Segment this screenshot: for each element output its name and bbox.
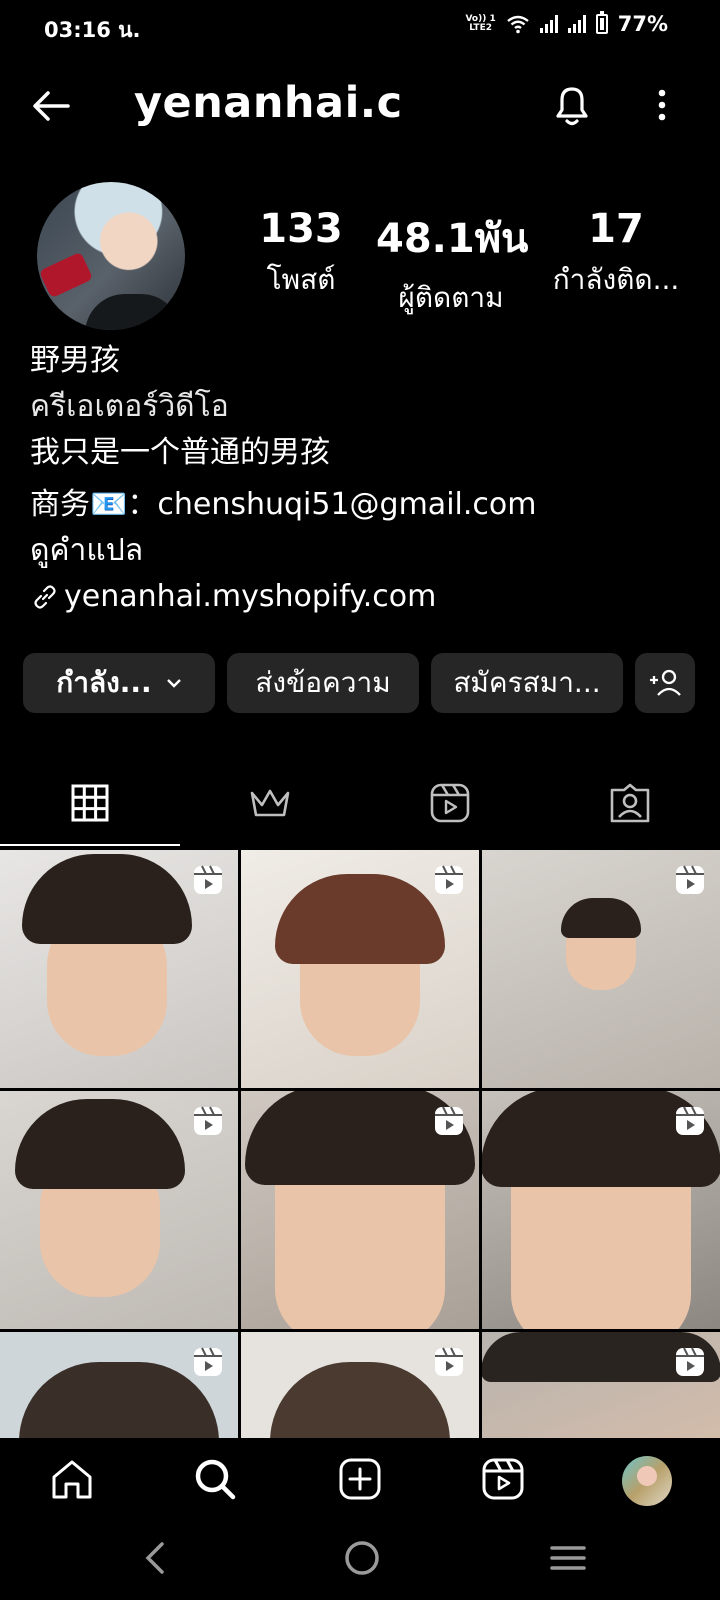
- grid-post-4[interactable]: [0, 1091, 238, 1329]
- stat-following[interactable]: 17 กำลังติด...: [536, 206, 696, 302]
- crown-icon: [250, 789, 290, 817]
- volte-icon: Vo)) 1 LTE2: [465, 14, 496, 33]
- profile-header: yenanhai.c: [0, 60, 720, 150]
- following-count: 17: [588, 206, 644, 252]
- profile-avatar[interactable]: [37, 182, 185, 330]
- signal-icon: [539, 15, 558, 33]
- reels-icon: [194, 1347, 222, 1376]
- reels-icon: [435, 1347, 463, 1376]
- status-time: 03:16 น.: [44, 18, 141, 42]
- bio-line-2: 商务📧：chenshuqi51@gmail.com: [30, 487, 537, 522]
- tab-reels[interactable]: [360, 760, 540, 846]
- grid-post-2[interactable]: [241, 850, 479, 1088]
- grid-post-8[interactable]: [241, 1332, 479, 1438]
- reels-icon: [430, 783, 470, 823]
- nav-profile-avatar[interactable]: [622, 1456, 672, 1506]
- nav-reels[interactable]: [478, 1454, 528, 1504]
- back-arrow-icon[interactable]: [28, 82, 76, 130]
- signal-icon-2: [567, 15, 586, 33]
- subscribe-button[interactable]: สมัครสมา...: [431, 653, 623, 713]
- stat-posts: 133 โพสต์: [246, 206, 356, 302]
- message-button[interactable]: ส่งข้อความ: [227, 653, 419, 713]
- followers-count: 48.1พัน: [376, 216, 529, 262]
- grid-post-6[interactable]: [482, 1091, 720, 1329]
- bio-line-1: 我只是一个普通的男孩: [30, 435, 330, 470]
- reels-icon: [676, 1347, 704, 1376]
- recents-icon[interactable]: [548, 1540, 588, 1576]
- profile-category: ครีเอเตอร์วิดีโอ: [30, 389, 229, 424]
- status-icons: Vo)) 1 LTE2 77%: [465, 11, 668, 36]
- posts-label: โพสต์: [266, 263, 336, 296]
- suggested-users-button[interactable]: [635, 653, 695, 713]
- home-circle-icon[interactable]: [342, 1538, 382, 1578]
- reels-icon: [482, 1458, 524, 1500]
- followers-label: ผู้ติดตาม: [398, 281, 504, 314]
- subscribe-button-label: สมัครสมา...: [453, 666, 601, 699]
- profile-username: yenanhai.c: [134, 78, 403, 128]
- message-button-label: ส่งข้อความ: [255, 666, 391, 699]
- profile-bio: 野男孩 ครีเอเตอร์วิดีโอ 我只是一个普通的男孩 商务📧：chen…: [30, 338, 690, 620]
- tab-grid[interactable]: [0, 760, 180, 846]
- reels-icon: [676, 1106, 704, 1135]
- home-icon: [52, 1460, 92, 1499]
- grid-post-3[interactable]: [482, 850, 720, 1088]
- system-navigation: [0, 1518, 720, 1600]
- reels-icon: [435, 865, 463, 894]
- reels-icon: [676, 865, 704, 894]
- grid-post-9[interactable]: [482, 1332, 720, 1438]
- stat-followers[interactable]: 48.1พัน ผู้ติดตาม: [376, 206, 529, 320]
- tab-subscriptions[interactable]: [180, 760, 360, 846]
- link-icon: [34, 585, 56, 609]
- profile-tabs: [0, 760, 720, 848]
- reels-icon: [194, 1106, 222, 1135]
- bottom-nav: [0, 1438, 720, 1518]
- battery-icon: [595, 11, 608, 34]
- profile-name: 野男孩: [30, 343, 120, 378]
- reels-icon: [435, 1106, 463, 1135]
- nav-home[interactable]: [47, 1454, 97, 1504]
- more-options-icon[interactable]: [644, 84, 680, 130]
- status-bar: 03:16 น. Vo)) 1 LTE2 77%: [0, 0, 720, 52]
- search-icon: [195, 1459, 236, 1500]
- grid-post-7[interactable]: [0, 1332, 238, 1438]
- grid-icon: [71, 784, 109, 822]
- create-icon: [339, 1458, 381, 1500]
- following-button[interactable]: กำลัง...: [23, 653, 215, 713]
- profile-actions: กำลัง... ส่งข้อความ สมัครสมา...: [0, 653, 720, 713]
- reels-icon: [194, 865, 222, 894]
- nav-search[interactable]: [190, 1454, 240, 1504]
- profile-link-text: yenanhai.myshopify.com: [64, 579, 437, 614]
- back-icon[interactable]: [140, 1538, 170, 1578]
- nav-create[interactable]: [335, 1454, 385, 1504]
- tagged-icon: [610, 783, 650, 823]
- tab-tagged[interactable]: [540, 760, 720, 846]
- battery-percent: 77%: [617, 12, 668, 36]
- following-button-label: กำลัง...: [56, 666, 152, 699]
- following-label: กำลังติด...: [552, 263, 680, 296]
- posts-grid: [0, 850, 720, 1438]
- wifi-icon: [506, 15, 529, 34]
- grid-post-5[interactable]: [241, 1091, 479, 1329]
- see-translation-link[interactable]: ดูคำแปล: [30, 528, 690, 574]
- add-person-icon: [650, 669, 681, 696]
- profile-link[interactable]: yenanhai.myshopify.com: [30, 574, 690, 620]
- chevron-down-icon: [166, 679, 181, 688]
- active-tab-indicator: [0, 844, 180, 846]
- posts-count: 133: [259, 206, 343, 252]
- grid-post-1[interactable]: [0, 850, 238, 1088]
- bell-icon[interactable]: [548, 80, 596, 130]
